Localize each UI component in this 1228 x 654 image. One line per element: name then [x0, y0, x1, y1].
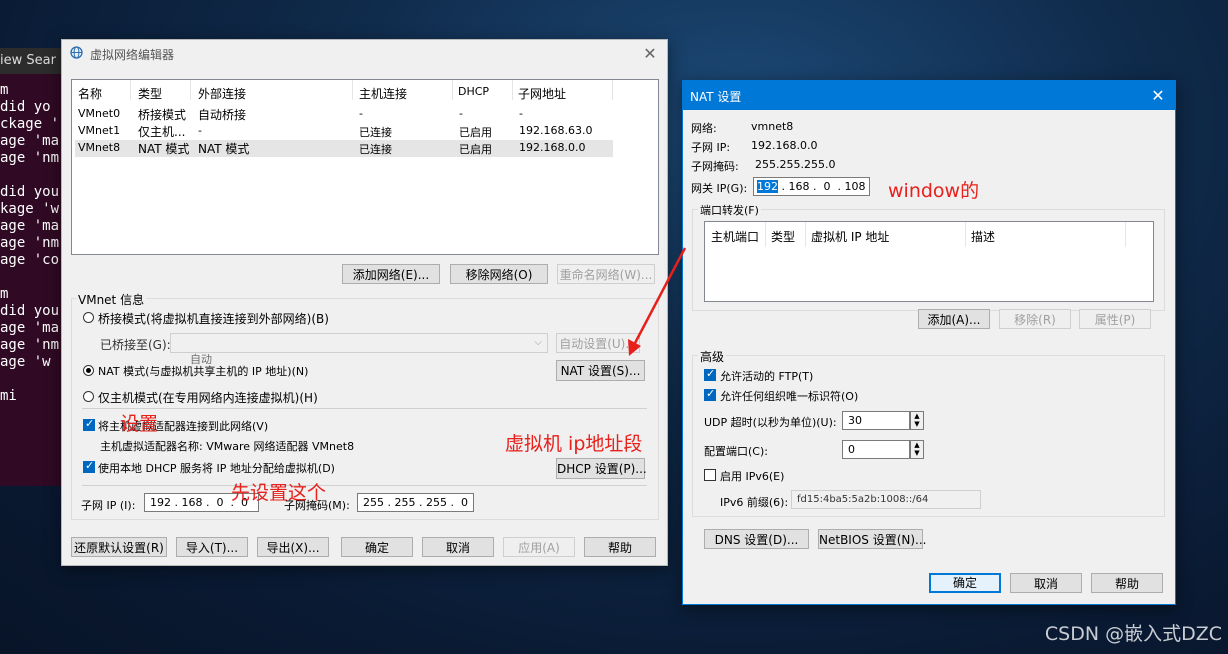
annotation-set-this-first: 先设置这个: [231, 482, 327, 504]
annotation-vm-ip-segment: 虚拟机 ip地址段: [505, 433, 643, 455]
annotation-set: 设置: [120, 413, 159, 435]
annotation-windows: window的: [888, 180, 980, 202]
annotation-arrow: [628, 247, 687, 356]
csdn-watermark: CSDN @嵌入式DZC: [1044, 623, 1222, 645]
